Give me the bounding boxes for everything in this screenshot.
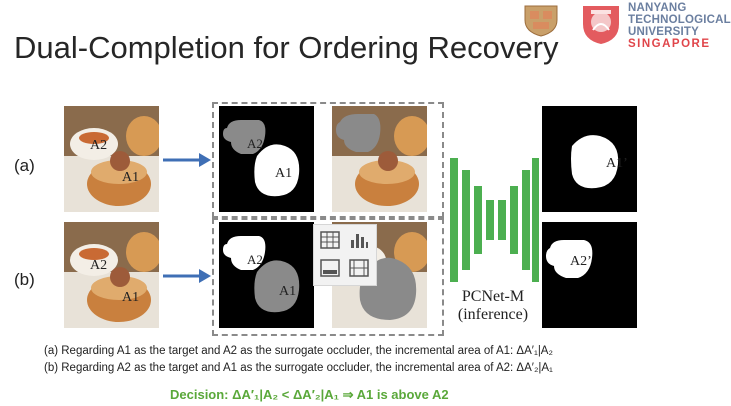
university-crest-logo bbox=[524, 5, 558, 37]
ntu-logo bbox=[583, 6, 619, 44]
image-icon[interactable] bbox=[318, 257, 342, 279]
ntu-line-1: NANYANG bbox=[628, 2, 687, 14]
row-b-label: (b) bbox=[14, 270, 35, 289]
label-a2: A2 bbox=[90, 138, 108, 153]
label-a1: A1 bbox=[122, 290, 140, 305]
table-icon[interactable] bbox=[318, 229, 342, 251]
row-b-mask-panel: A2 A1 bbox=[219, 222, 314, 328]
label-a1: A1 bbox=[122, 170, 140, 185]
network-mode: (inference) bbox=[457, 306, 529, 323]
output-label-a1: A1’ bbox=[606, 156, 628, 171]
mask-label-a2: A2 bbox=[247, 252, 263, 267]
caption-a: (a) Regarding A1 as the target and A2 as… bbox=[44, 345, 553, 357]
row-a-output-panel: A1’ bbox=[542, 106, 637, 212]
row-a-input-photo: A2 A1 bbox=[64, 106, 159, 212]
label-a2: A2 bbox=[90, 258, 108, 273]
row-a-masked-photo bbox=[332, 106, 427, 212]
arrow-right-icon bbox=[163, 153, 211, 167]
ntu-line-2: TECHNOLOGICAL bbox=[628, 14, 731, 26]
ntu-line-4: SINGAPORE bbox=[628, 38, 711, 50]
arrow-right-icon bbox=[163, 269, 211, 283]
mask-label-a1: A1 bbox=[275, 166, 293, 181]
row-a-mask-panel: A2 A1 bbox=[219, 106, 314, 212]
slide-title: Dual-Completion for Ordering Recovery bbox=[14, 30, 559, 65]
row-b-input-photo: A2 A1 bbox=[64, 222, 159, 328]
mask-label-a2: A2 bbox=[247, 136, 263, 151]
row-b-output-panel: A2’ bbox=[542, 222, 637, 328]
insert-content-toolbar bbox=[313, 224, 377, 286]
ntu-wordmark: NANYANG TECHNOLOGICAL UNIVERSITY SINGAPO… bbox=[628, 2, 731, 50]
row-a-label: (a) bbox=[14, 156, 35, 175]
pcnet-network-icon bbox=[450, 158, 539, 282]
network-name: PCNet-M bbox=[461, 288, 525, 305]
decision-text: Decision: ΔA′₁|A₂ < ΔA′₂|A₁ ⇒ A1 is abov… bbox=[170, 387, 449, 402]
caption-b: (b) Regarding A2 as the target and A1 as… bbox=[44, 362, 553, 374]
ntu-line-3: UNIVERSITY bbox=[628, 26, 700, 38]
film-icon[interactable] bbox=[347, 257, 371, 279]
output-label-a2: A2’ bbox=[570, 254, 592, 269]
mask-label-a1: A1 bbox=[279, 284, 297, 299]
chart-icon[interactable] bbox=[347, 229, 371, 251]
